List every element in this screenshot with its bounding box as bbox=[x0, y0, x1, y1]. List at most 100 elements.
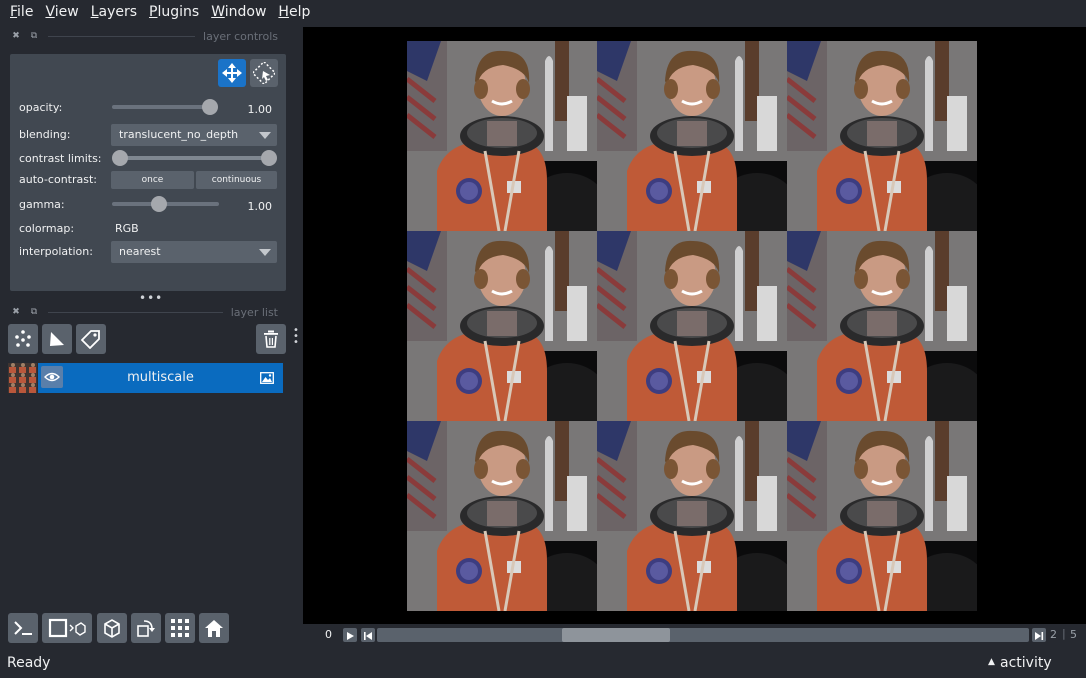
viewer-canvas[interactable] bbox=[303, 27, 1086, 624]
image-tile bbox=[597, 231, 787, 421]
activity-button[interactable]: activity bbox=[1000, 655, 1052, 671]
image-tile bbox=[787, 41, 977, 231]
layer-name[interactable]: multiscale bbox=[68, 363, 253, 393]
status-bar: Ready ▲ activity bbox=[0, 650, 1086, 678]
play-icon bbox=[347, 632, 354, 640]
transpose-axes-button[interactable] bbox=[131, 613, 161, 643]
console-button[interactable] bbox=[8, 613, 38, 643]
gamma-label: gamma: bbox=[19, 198, 65, 211]
chevron-down-icon bbox=[259, 132, 271, 139]
image-tile bbox=[597, 421, 787, 611]
dims-slider-track[interactable] bbox=[377, 628, 1029, 642]
label-tag-icon bbox=[81, 330, 100, 349]
delete-layer-button[interactable] bbox=[256, 324, 286, 354]
dims-slider-handle[interactable] bbox=[562, 628, 670, 642]
auto-contrast-continuous-button[interactable]: continuous bbox=[196, 171, 277, 189]
menu-layers[interactable]: Layers bbox=[85, 0, 143, 24]
colormap-value: RGB bbox=[115, 222, 139, 235]
menu-window[interactable]: Window bbox=[205, 0, 272, 24]
new-labels-layer-button[interactable] bbox=[76, 324, 106, 354]
contrast-limits-label: contrast limits: bbox=[19, 152, 102, 165]
image-tile bbox=[407, 421, 597, 611]
interpolation-value: nearest bbox=[119, 245, 161, 258]
skip-back-icon bbox=[364, 632, 372, 640]
menu-view[interactable]: View bbox=[39, 0, 84, 24]
contrast-min-handle[interactable] bbox=[112, 150, 128, 166]
blending-value: translucent_no_depth bbox=[119, 128, 239, 141]
move-arrows-icon bbox=[222, 63, 242, 83]
home-button[interactable] bbox=[199, 613, 229, 643]
current-frame[interactable]: 2 bbox=[1050, 628, 1057, 641]
image-tile bbox=[597, 41, 787, 231]
play-button[interactable] bbox=[343, 628, 357, 642]
new-points-layer-button[interactable] bbox=[8, 324, 38, 354]
home-icon bbox=[205, 620, 223, 637]
roll-axes-button[interactable] bbox=[97, 613, 127, 643]
gamma-slider-handle[interactable] bbox=[151, 196, 167, 212]
step-back-button[interactable] bbox=[361, 628, 375, 642]
interpolation-combo[interactable]: nearest bbox=[111, 241, 277, 263]
activity-caret-icon[interactable]: ▲ bbox=[988, 657, 995, 667]
terminal-icon bbox=[14, 621, 32, 635]
titlebar-divider bbox=[48, 35, 196, 37]
total-frames: 5 bbox=[1070, 628, 1077, 641]
step-forward-button[interactable] bbox=[1032, 628, 1046, 642]
layer-list-menu-handle[interactable]: • • • bbox=[293, 326, 299, 348]
auto-contrast-once-button[interactable]: once bbox=[111, 171, 194, 189]
multiscale-image bbox=[407, 41, 977, 611]
chevron-down-icon bbox=[259, 249, 271, 256]
trash-icon bbox=[264, 330, 278, 348]
layer-row-multiscale[interactable]: multiscale bbox=[8, 363, 283, 393]
dims-slider-bar: 0 2 | 5 bbox=[303, 624, 1086, 646]
ndisplay-toggle-button[interactable] bbox=[42, 613, 92, 643]
shapes-icon bbox=[50, 332, 64, 346]
status-text: Ready bbox=[7, 655, 51, 671]
image-tile bbox=[407, 231, 597, 421]
dock-float-icon[interactable]: ⧉ bbox=[28, 307, 40, 317]
frame-separator: | bbox=[1062, 627, 1066, 640]
layer-item-main[interactable]: multiscale bbox=[38, 363, 283, 393]
auto-contrast-label: auto-contrast: bbox=[19, 173, 98, 186]
gamma-value: 1.00 bbox=[247, 200, 273, 213]
eye-icon bbox=[44, 372, 60, 382]
visibility-toggle[interactable] bbox=[41, 366, 63, 388]
select-transform-icon bbox=[253, 62, 275, 84]
contrast-max-handle[interactable] bbox=[261, 150, 277, 166]
colormap-label: colormap: bbox=[19, 222, 75, 235]
skip-forward-icon bbox=[1035, 632, 1044, 640]
dock-close-icon[interactable]: ✖ bbox=[10, 307, 22, 317]
menu-help[interactable]: Help bbox=[272, 0, 316, 24]
dock-float-icon[interactable]: ⧉ bbox=[28, 31, 40, 41]
square-2d-icon bbox=[48, 618, 86, 638]
layer-list-title: layer list bbox=[230, 305, 278, 319]
opacity-slider-handle[interactable] bbox=[202, 99, 218, 115]
interpolation-label: interpolation: bbox=[19, 245, 93, 258]
image-tile bbox=[787, 421, 977, 611]
grid-mode-button[interactable] bbox=[165, 613, 195, 643]
opacity-slider-track[interactable] bbox=[112, 105, 212, 109]
layer-controls-panel: opacity: 1.00 blending: translucent_no_d… bbox=[10, 54, 286, 291]
image-layer-icon bbox=[260, 372, 274, 384]
opacity-label: opacity: bbox=[19, 101, 63, 114]
new-shapes-layer-button[interactable] bbox=[42, 324, 72, 354]
blending-combo[interactable]: translucent_no_depth bbox=[111, 124, 277, 146]
layer-controls-title: layer controls bbox=[203, 29, 278, 43]
points-icon bbox=[15, 330, 31, 347]
blending-label: blending: bbox=[19, 128, 71, 141]
titlebar-divider bbox=[48, 311, 223, 313]
image-tile bbox=[787, 231, 977, 421]
opacity-value: 1.00 bbox=[247, 103, 273, 116]
transpose-icon bbox=[137, 620, 155, 637]
grid-icon bbox=[171, 619, 189, 637]
cube-icon bbox=[104, 619, 120, 638]
axis-index-label: 0 bbox=[325, 628, 332, 641]
dock-close-icon[interactable]: ✖ bbox=[10, 31, 22, 41]
transform-button[interactable] bbox=[250, 59, 278, 87]
menu-plugins[interactable]: Plugins bbox=[143, 0, 205, 24]
image-tile bbox=[407, 41, 597, 231]
contrast-slider-track[interactable] bbox=[120, 156, 270, 160]
layer-controls-titlebar: ✖ ⧉ layer controls bbox=[0, 27, 292, 45]
menu-bar: File View Layers Plugins Window Help bbox=[0, 0, 1086, 24]
menu-file[interactable]: File bbox=[4, 0, 39, 24]
pan-zoom-button[interactable] bbox=[218, 59, 246, 87]
